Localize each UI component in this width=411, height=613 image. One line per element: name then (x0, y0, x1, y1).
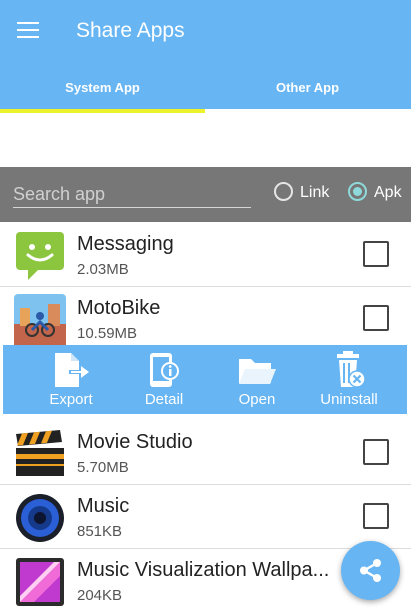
tab-indicator (0, 109, 205, 113)
select-checkbox[interactable] (363, 241, 389, 267)
folder-open-icon (239, 359, 276, 384)
uninstall-label: Uninstall (320, 391, 378, 408)
list-item[interactable]: Messaging 2.03MB (0, 223, 411, 287)
action-bar: Export Detail Open Uninstall (3, 345, 407, 414)
speaker-icon (16, 494, 64, 542)
radio-apk[interactable] (348, 182, 367, 201)
radio-link-label: Link (300, 184, 330, 201)
select-checkbox[interactable] (363, 305, 389, 331)
export-button[interactable]: Export (31, 345, 111, 414)
radio-apk-label: Apk (374, 184, 402, 201)
motobike-icon (14, 294, 66, 346)
tab-other-app[interactable]: Other App (205, 80, 410, 95)
app-name: Messaging (77, 233, 174, 255)
app-size: 851KB (77, 523, 123, 540)
page-title: Share Apps (76, 19, 185, 42)
radio-link[interactable] (274, 182, 293, 201)
search-input[interactable] (13, 181, 251, 208)
trash-icon (337, 351, 366, 388)
open-label: Open (238, 391, 276, 408)
app-size: 204KB (77, 587, 123, 604)
app-bar: Share Apps System App Other App (0, 0, 411, 109)
app-size: 10.59MB (77, 325, 138, 342)
share-icon (360, 559, 381, 582)
visualization-icon (16, 558, 64, 606)
app-size: 2.03MB (77, 261, 129, 278)
app-name: Movie Studio (77, 431, 193, 453)
detail-button[interactable]: Detail (124, 345, 204, 414)
list-item[interactable]: MotoBike 10.59MB (0, 287, 411, 351)
app-name: MotoBike (77, 297, 161, 319)
list-item[interactable]: Music 851KB (0, 485, 411, 549)
hamburger-icon[interactable] (17, 22, 39, 38)
detail-label: Detail (144, 391, 184, 408)
app-name: Music Visualization Wallpa... (77, 559, 330, 581)
select-checkbox[interactable] (363, 503, 389, 529)
tab-system-app[interactable]: System App (0, 80, 205, 95)
share-button[interactable] (341, 541, 400, 600)
open-button[interactable]: Open (217, 345, 297, 414)
app-size: 5.70MB (77, 459, 129, 476)
clapperboard-icon (16, 430, 64, 476)
list-item[interactable]: Movie Studio 5.70MB (0, 421, 411, 485)
export-label: Export (49, 391, 93, 408)
app-name: Music (77, 495, 130, 517)
export-icon (55, 353, 89, 387)
detail-icon (150, 353, 179, 387)
messaging-icon (16, 232, 64, 280)
uninstall-button[interactable]: Uninstall (309, 345, 389, 414)
select-checkbox[interactable] (363, 439, 389, 465)
